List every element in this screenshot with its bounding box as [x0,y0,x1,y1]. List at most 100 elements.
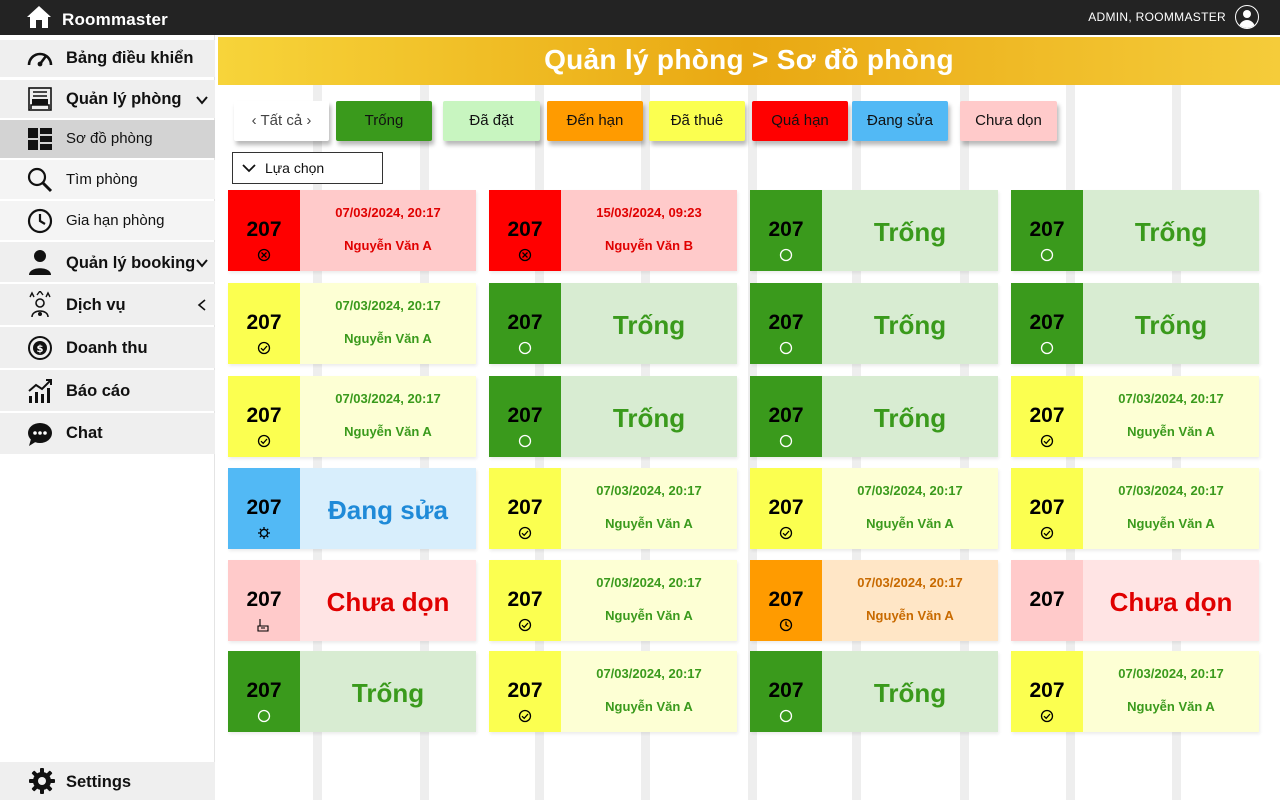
filter-repair[interactable]: Đang sửa [852,101,948,141]
room-number-box: 207 [228,283,300,364]
settings-button[interactable]: Settings [0,762,215,800]
dashboard-icon [27,52,53,67]
room-number: 207 [246,218,282,241]
room-card[interactable]: 207 07/03/2024, 20:17 Nguyễn Văn A [750,560,998,641]
guest-name: Nguyễn Văn A [1127,516,1215,531]
room-status-label: Trống [1134,217,1208,247]
check-circle-icon [518,709,532,723]
room-card[interactable]: 207 Chưa dọn [1011,560,1259,641]
guest-name: Nguyễn Văn A [605,516,693,531]
home-icon[interactable] [26,5,52,29]
room-number-box: 207 [750,468,822,549]
chevron-down-icon[interactable] [195,256,209,270]
avatar[interactable] [1235,5,1259,29]
room-status-label: Trống [612,403,686,433]
room-status-label: Trống [351,678,425,708]
room-number-box: 207 [750,651,822,732]
room-status-label: Trống [1134,310,1208,340]
filter-empty[interactable]: Trống [336,101,432,141]
room-number-box: 207 [1011,468,1083,549]
filter-due[interactable]: Đến hạn [547,101,643,141]
filter-booked[interactable]: Đã đặt [443,101,540,141]
user-name[interactable]: ADMIN, ROOMMASTER [1088,10,1226,24]
room-card[interactable]: 207 Trống [489,376,737,457]
room-card[interactable]: 207 Chưa dọn [228,560,476,641]
room-number-box: 207 [489,376,561,457]
room-card[interactable]: 207 07/03/2024, 20:17 Nguyễn Văn A [228,190,476,271]
room-card[interactable]: 207 Trống [1011,283,1259,364]
room-card[interactable]: 207 Trống [750,190,998,271]
room-card[interactable]: 207 07/03/2024, 20:17 Nguyễn Văn A [1011,376,1259,457]
room-card[interactable]: 207 07/03/2024, 20:17 Nguyễn Văn A [489,468,737,549]
hotel-icon [28,87,52,111]
revenue-icon: $ [28,336,52,360]
room-card[interactable]: 207 Trống [1011,190,1259,271]
room-card[interactable]: 207 07/03/2024, 20:17 Nguyễn Văn A [228,376,476,457]
grid-icon [28,128,52,150]
circle-icon [257,709,271,723]
sidebar-item-chat[interactable]: Chat [0,413,215,454]
room-number-box: 207 [1011,651,1083,732]
filter-all[interactable]: ‹ Tất cả › [234,101,329,141]
guest-name: Nguyễn Văn A [605,608,693,623]
room-card[interactable]: 207 Trống [750,376,998,457]
page-title: Quản lý phòng > Sơ đồ phòng [218,37,1280,85]
room-card[interactable]: 207 07/03/2024, 20:17 Nguyễn Văn A [1011,468,1259,549]
guest-name: Nguyễn Văn A [344,424,432,439]
room-number: 207 [768,588,804,611]
room-number: 207 [1029,679,1065,702]
room-number-box: 207 [228,190,300,271]
room-card[interactable]: 207 Trống [228,651,476,732]
sidebar-item-revenue[interactable]: $ Doanh thu [0,327,215,368]
room-card[interactable]: 207 Trống [489,283,737,364]
sidebar-item-label: Sơ đồ phòng [66,130,153,147]
sidebar-item-label: Dịch vụ [66,296,126,314]
room-card[interactable]: 207 Trống [750,651,998,732]
sidebar-item-room-management[interactable]: Quản lý phòng [0,80,215,118]
sidebar-item-find-room[interactable]: Tìm phòng [0,160,215,199]
filter-overdue[interactable]: Quá hạn [752,101,848,141]
check-circle-icon [1040,434,1054,448]
booking-date: 15/03/2024, 09:23 [596,205,702,220]
search-icon [27,167,53,193]
chevron-down-icon [242,164,256,173]
room-status-label: Trống [612,310,686,340]
room-card[interactable]: 207 07/03/2024, 20:17 Nguyễn Văn A [489,651,737,732]
sidebar-item-label: Doanh thu [66,339,148,357]
room-card[interactable]: 207 07/03/2024, 20:17 Nguyễn Văn A [1011,651,1259,732]
check-circle-icon [518,618,532,632]
booking-date: 07/03/2024, 20:17 [857,575,963,590]
guest-name: Nguyễn Văn A [866,516,954,531]
x-circle-icon [518,248,532,262]
booking-date: 07/03/2024, 20:17 [335,391,441,406]
room-status-label: Trống [873,678,947,708]
room-number-box: 207 [750,190,822,271]
sidebar-item-booking[interactable]: Quản lý booking [0,242,215,282]
room-card[interactable]: 207 07/03/2024, 20:17 Nguyễn Văn A [489,560,737,641]
sidebar-item-label: Quản lý booking [66,254,196,272]
sidebar-item-label: Quản lý phòng [66,90,182,108]
guest-name: Nguyễn Văn A [605,699,693,714]
sidebar-item-label: Tìm phòng [66,171,138,188]
sidebar-item-reports[interactable]: Báo cáo [0,370,215,411]
filter-rented[interactable]: Đã thuê [649,101,745,141]
room-card[interactable]: 207 Trống [750,283,998,364]
room-number-box: 207 [489,560,561,641]
room-card[interactable]: 207 07/03/2024, 20:17 Nguyễn Văn A [228,283,476,364]
sidebar-item-label: Bảng điều khiển [66,49,194,67]
room-card[interactable]: 207 15/03/2024, 09:23 Nguyễn Văn B [489,190,737,271]
filter-dirty[interactable]: Chưa dọn [960,101,1057,141]
chevron-down-icon[interactable] [195,93,209,107]
room-number: 207 [768,218,804,241]
sidebar-item-extend-room[interactable]: Gia hạn phòng [0,201,215,240]
room-card[interactable]: 207 Đang sửa [228,468,476,549]
sidebar-item-dashboard[interactable]: Bảng điều khiển [0,40,215,77]
sidebar-item-room-map[interactable]: Sơ đồ phòng [0,120,215,158]
room-number-box: 207 [228,468,300,549]
sidebar-item-services[interactable]: Dịch vụ [0,284,215,325]
clock-icon [27,208,53,234]
x-circle-icon [257,248,271,262]
room-card[interactable]: 207 07/03/2024, 20:17 Nguyễn Văn A [750,468,998,549]
chevron-left-icon[interactable] [195,298,209,312]
options-dropdown[interactable]: Lựa chọn [232,152,383,184]
